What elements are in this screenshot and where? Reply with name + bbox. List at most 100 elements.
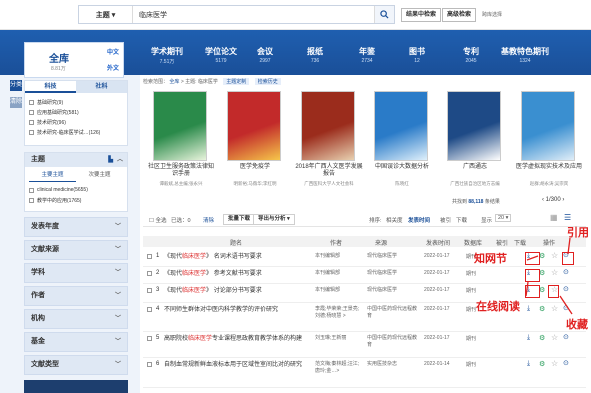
download-icon[interactable]: ⤓	[527, 334, 530, 342]
page-size-select[interactable]: 20 ▾	[495, 214, 512, 222]
download-icon[interactable]: ⤓	[527, 360, 530, 368]
node-icon[interactable]: ⚙	[539, 360, 545, 368]
row-checkbox[interactable]	[147, 288, 152, 293]
checkbox[interactable]	[29, 187, 34, 193]
row-checkbox[interactable]	[147, 336, 152, 341]
search-history-tag[interactable]: 检索历史	[254, 78, 281, 85]
subject-item[interactable]: 应用基础研究(581)	[25, 107, 127, 117]
result-title-link[interactable]: 《现代临床医学》 参考文献书写要求	[164, 270, 324, 278]
facet-author[interactable]: 作者 ﹀	[24, 286, 128, 306]
result-title-link[interactable]: 《现代临床医学》 讨论部分书写要求	[164, 287, 324, 295]
book-title[interactable]: 医学虚拟现实技术及应用	[514, 164, 584, 171]
facet-discipline[interactable]: 学科 ﹀	[24, 263, 128, 283]
row-checkbox[interactable]	[147, 271, 152, 276]
result-source[interactable]: 现代临床医学	[367, 253, 417, 260]
sort-citations[interactable]: 被引	[440, 216, 451, 224]
subject-item[interactable]: 技术研究(96)	[25, 117, 127, 127]
sort-downloads[interactable]: 下载	[456, 216, 467, 224]
lang-chinese-link[interactable]: 中文	[107, 47, 119, 56]
database-tab[interactable]: 图书 12	[392, 46, 442, 64]
lang-foreign-link[interactable]: 外文	[107, 63, 119, 72]
topic-custom-tag[interactable]: 主题定制	[223, 78, 250, 85]
book-title[interactable]: 广西通志	[440, 164, 510, 171]
result-source[interactable]: 中国中医药现代远程教育	[367, 335, 417, 349]
chart-icon[interactable]: ▙	[108, 153, 113, 167]
book-title[interactable]: 2018年广西人文医学发展报告	[294, 164, 364, 178]
search-button[interactable]	[374, 6, 394, 23]
result-source[interactable]: 中国中医药现代远程教育	[367, 306, 417, 320]
result-author[interactable]: 范文梅;秦林超;汪江;唐玲;金…>	[315, 361, 363, 375]
database-tab[interactable]: 学术期刊 7.51万	[142, 46, 192, 65]
star-icon[interactable]: ☆	[551, 333, 558, 342]
checkbox[interactable]	[29, 109, 34, 115]
select-all[interactable]: ☐ 全选	[149, 216, 166, 224]
topic-item[interactable]: 教学中的应用(1765)	[25, 195, 127, 205]
export-analysis-button[interactable]: 导出与分析 ▾	[253, 214, 295, 225]
checkbox[interactable]	[29, 197, 34, 203]
facet-doctype[interactable]: 文献类型 ﹀	[24, 355, 128, 375]
result-source[interactable]: 实用医技杂志	[367, 361, 417, 368]
facet-year[interactable]: 发表年度 ﹀	[24, 217, 128, 237]
result-author[interactable]: 本刊编辑部	[315, 253, 363, 260]
subject-item[interactable]: 技术研究-临床医学试…(126)	[25, 127, 127, 137]
result-author[interactable]: 刘玉琳;王新丽	[315, 335, 363, 342]
tab-social-science[interactable]: 社科	[76, 81, 127, 93]
chevron-up-icon[interactable]: ︿	[117, 153, 123, 167]
database-tab[interactable]: 基教特色期刊 1324	[500, 46, 550, 64]
clear-selection-link[interactable]: 清除	[203, 216, 214, 224]
result-author[interactable]: 本刊编辑部	[315, 270, 363, 277]
list-view-icon[interactable]: ☰	[564, 213, 571, 222]
book-cover[interactable]	[447, 91, 501, 161]
scope-all-link[interactable]: 全库	[169, 79, 179, 85]
result-title-link[interactable]: 不同师生群体对中医内科学教学的评价研究	[164, 306, 324, 314]
database-tab[interactable]: 学位论文 5179	[196, 46, 246, 64]
star-icon[interactable]: ☆	[551, 359, 558, 368]
database-tab[interactable]: 报纸 736	[290, 46, 340, 64]
facet-source[interactable]: 文献来源 ﹀	[24, 240, 128, 260]
book-cover[interactable]	[153, 91, 207, 161]
tab-main-topic[interactable]: 主要主题	[29, 170, 76, 182]
tab-secondary-topic[interactable]: 次要主题	[76, 170, 123, 182]
batch-download-button[interactable]: 批量下载	[223, 214, 256, 225]
node-icon[interactable]: ⚙	[539, 334, 545, 342]
next-page-icon[interactable]: ›	[562, 197, 564, 203]
grid-view-icon[interactable]: ▦	[550, 213, 558, 222]
result-source[interactable]: 现代临床医学	[367, 287, 417, 294]
quote-icon[interactable]: ⊙	[563, 333, 569, 341]
facet-fund[interactable]: 基金 ﹀	[24, 332, 128, 352]
search-field-select[interactable]: 主题 ▾	[79, 6, 133, 23]
result-author[interactable]: 本刊编辑部	[315, 287, 363, 294]
search-in-results-button[interactable]: 结果中检索	[401, 8, 442, 22]
result-author[interactable]: 李霞;毕荣荣;王景亮;刘德;杨晓慧 >	[315, 306, 363, 320]
result-title-link[interactable]: 自制血常规新鲜血液标本用于区域性室间比对的研究	[164, 361, 324, 369]
book-title[interactable]: 社区卫生服务政策法律知识手册	[146, 164, 216, 178]
prev-page-icon[interactable]: ‹	[542, 197, 544, 203]
book-title[interactable]: 中国误诊大数据分析	[367, 164, 437, 171]
database-tab[interactable]: 会议 2997	[240, 46, 290, 64]
sort-date[interactable]: 发表时间	[408, 216, 430, 224]
result-title-link[interactable]: 高职院校临床医学专业课程思政教育教学体系的构建	[164, 335, 324, 343]
all-db-box[interactable]: 全库 8.81万 中文 外文	[24, 42, 124, 78]
book-title[interactable]: 医学免疫学	[220, 164, 290, 171]
category-vtab[interactable]: 分类	[10, 80, 22, 91]
cross-db-link[interactable]: 跨库选择	[482, 11, 502, 18]
book-cover[interactable]	[521, 91, 575, 161]
row-checkbox[interactable]	[147, 362, 152, 367]
quote-icon[interactable]: ⊙	[563, 359, 569, 367]
book-cover[interactable]	[301, 91, 355, 161]
database-tab[interactable]: 专利 2045	[446, 46, 496, 64]
sort-relevance[interactable]: 相关度	[386, 216, 403, 224]
checkbox[interactable]	[29, 129, 34, 135]
result-source[interactable]: 现代临床医学	[367, 270, 417, 277]
tab-science[interactable]: 科技	[25, 81, 76, 93]
row-checkbox[interactable]	[147, 307, 152, 312]
facet-institution[interactable]: 机构 ﹀	[24, 309, 128, 329]
checkbox[interactable]	[29, 119, 34, 125]
book-cover[interactable]	[227, 91, 281, 161]
search-input[interactable]	[133, 6, 374, 23]
result-title-link[interactable]: 《现代临床医学》 名词术语书写要求	[164, 253, 324, 261]
topic-header[interactable]: 主题 ▙ ︿	[25, 153, 127, 167]
topic-item[interactable]: clinical medicine(5655)	[25, 185, 127, 195]
row-checkbox[interactable]	[147, 254, 152, 259]
subject-item[interactable]: 基础研究(9)	[25, 97, 127, 107]
